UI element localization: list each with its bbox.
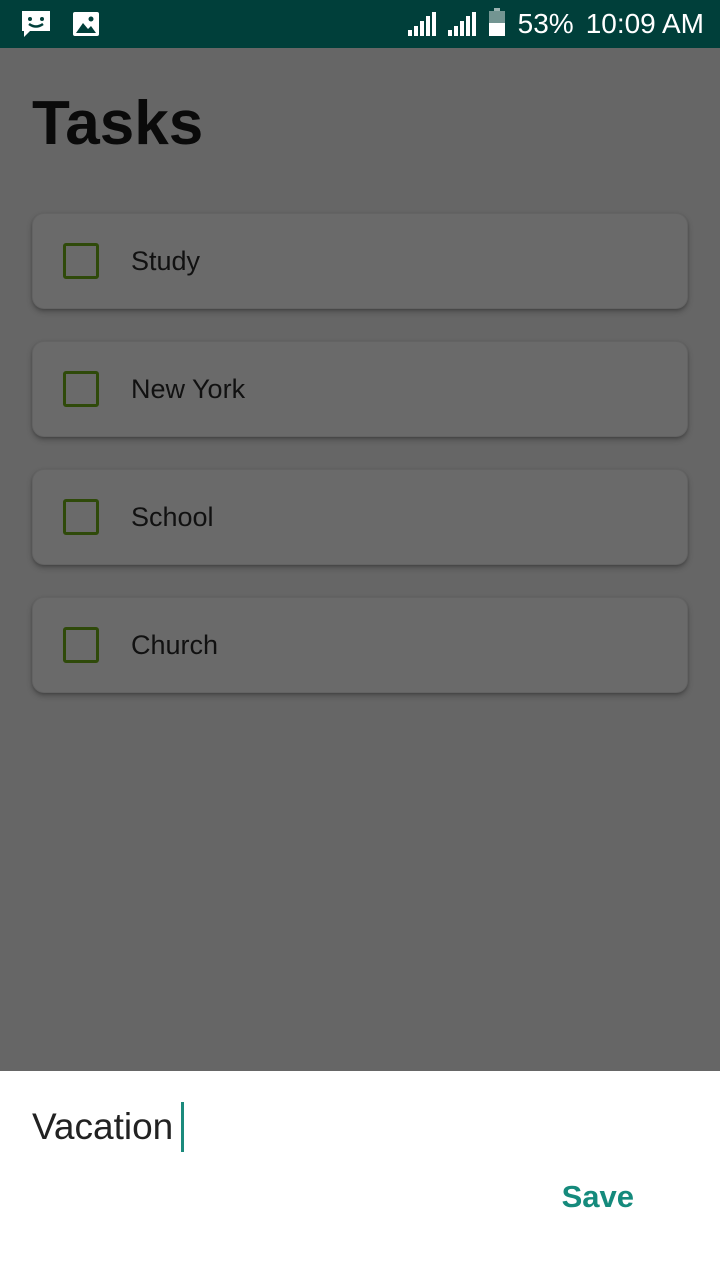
save-button[interactable]: Save bbox=[562, 1179, 634, 1215]
task-card-church[interactable]: Church bbox=[32, 597, 688, 693]
clock: 10:09 AM bbox=[585, 8, 704, 39]
task-label: Church bbox=[131, 629, 219, 660]
task-checkbox[interactable] bbox=[63, 499, 99, 535]
page-title: Tasks bbox=[32, 89, 204, 158]
image-icon bbox=[70, 9, 102, 39]
text-cursor bbox=[181, 1102, 185, 1152]
message-icon bbox=[20, 9, 52, 39]
task-label: Study bbox=[131, 245, 201, 276]
task-input-field[interactable]: Vacation bbox=[32, 1101, 185, 1153]
task-card-school[interactable]: School bbox=[32, 469, 688, 565]
status-bar: 53% 10:09 AM bbox=[0, 0, 720, 48]
task-card-new-york[interactable]: New York bbox=[32, 341, 688, 437]
task-label: School bbox=[131, 501, 214, 532]
task-label: New York bbox=[131, 373, 246, 404]
battery-percent: 53% bbox=[517, 8, 574, 39]
task-list: Study New York School Church bbox=[32, 213, 688, 725]
new-task-sheet: Vacation Save bbox=[0, 1071, 720, 1280]
task-input-value[interactable]: Vacation bbox=[32, 1106, 173, 1148]
signal-icon bbox=[447, 12, 476, 36]
task-checkbox[interactable] bbox=[63, 371, 99, 407]
battery-icon bbox=[488, 7, 506, 41]
task-checkbox[interactable] bbox=[63, 627, 99, 663]
task-checkbox[interactable] bbox=[63, 243, 99, 279]
task-card-study[interactable]: Study bbox=[32, 213, 688, 309]
signal-icon bbox=[407, 12, 436, 36]
